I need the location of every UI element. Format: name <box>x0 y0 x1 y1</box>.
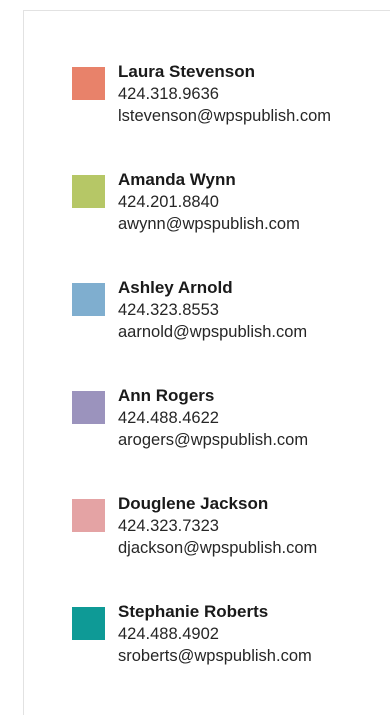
contact-card: Douglene Jackson 424.323.7323 djackson@w… <box>72 493 382 563</box>
contact-info: Ann Rogers 424.488.4622 arogers@wpspubli… <box>118 385 308 451</box>
contact-card: Laura Stevenson 424.318.9636 lstevenson@… <box>72 61 382 131</box>
contact-name: Ashley Arnold <box>118 278 233 297</box>
contact-phone[interactable]: 424.323.8553 <box>118 299 307 321</box>
contact-phone[interactable]: 424.201.8840 <box>118 191 300 213</box>
color-swatch <box>72 391 105 424</box>
contact-info: Douglene Jackson 424.323.7323 djackson@w… <box>118 493 317 559</box>
contact-card: Ashley Arnold 424.323.8553 aarnold@wpspu… <box>72 277 382 347</box>
color-swatch <box>72 67 105 100</box>
contact-name: Amanda Wynn <box>118 170 236 189</box>
contact-info: Laura Stevenson 424.318.9636 lstevenson@… <box>118 61 331 127</box>
contact-card: Ann Rogers 424.488.4622 arogers@wpspubli… <box>72 385 382 455</box>
contact-name: Ann Rogers <box>118 386 215 405</box>
contact-name: Laura Stevenson <box>118 62 255 81</box>
contact-phone[interactable]: 424.318.9636 <box>118 83 331 105</box>
contact-name: Stephanie Roberts <box>118 602 269 621</box>
contact-email[interactable]: sroberts@wpspublish.com <box>118 645 312 667</box>
contact-info: Amanda Wynn 424.201.8840 awynn@wpspublis… <box>118 169 300 235</box>
contact-email[interactable]: aarnold@wpspublish.com <box>118 321 307 343</box>
contact-name: Douglene Jackson <box>118 494 269 513</box>
color-swatch <box>72 175 105 208</box>
contact-info: Stephanie Roberts 424.488.4902 sroberts@… <box>118 601 312 667</box>
contact-phone[interactable]: 424.323.7323 <box>118 515 317 537</box>
contact-email[interactable]: lstevenson@wpspublish.com <box>118 105 331 127</box>
color-swatch <box>72 607 105 640</box>
contact-card: Stephanie Roberts 424.488.4902 sroberts@… <box>72 601 382 671</box>
contact-card: Amanda Wynn 424.201.8840 awynn@wpspublis… <box>72 169 382 239</box>
contact-phone[interactable]: 424.488.4622 <box>118 407 308 429</box>
color-swatch <box>72 283 105 316</box>
contact-phone[interactable]: 424.488.4902 <box>118 623 312 645</box>
contact-email[interactable]: awynn@wpspublish.com <box>118 213 300 235</box>
contact-email[interactable]: arogers@wpspublish.com <box>118 429 308 451</box>
contact-email[interactable]: djackson@wpspublish.com <box>118 537 317 559</box>
contact-info: Ashley Arnold 424.323.8553 aarnold@wpspu… <box>118 277 307 343</box>
color-swatch <box>72 499 105 532</box>
